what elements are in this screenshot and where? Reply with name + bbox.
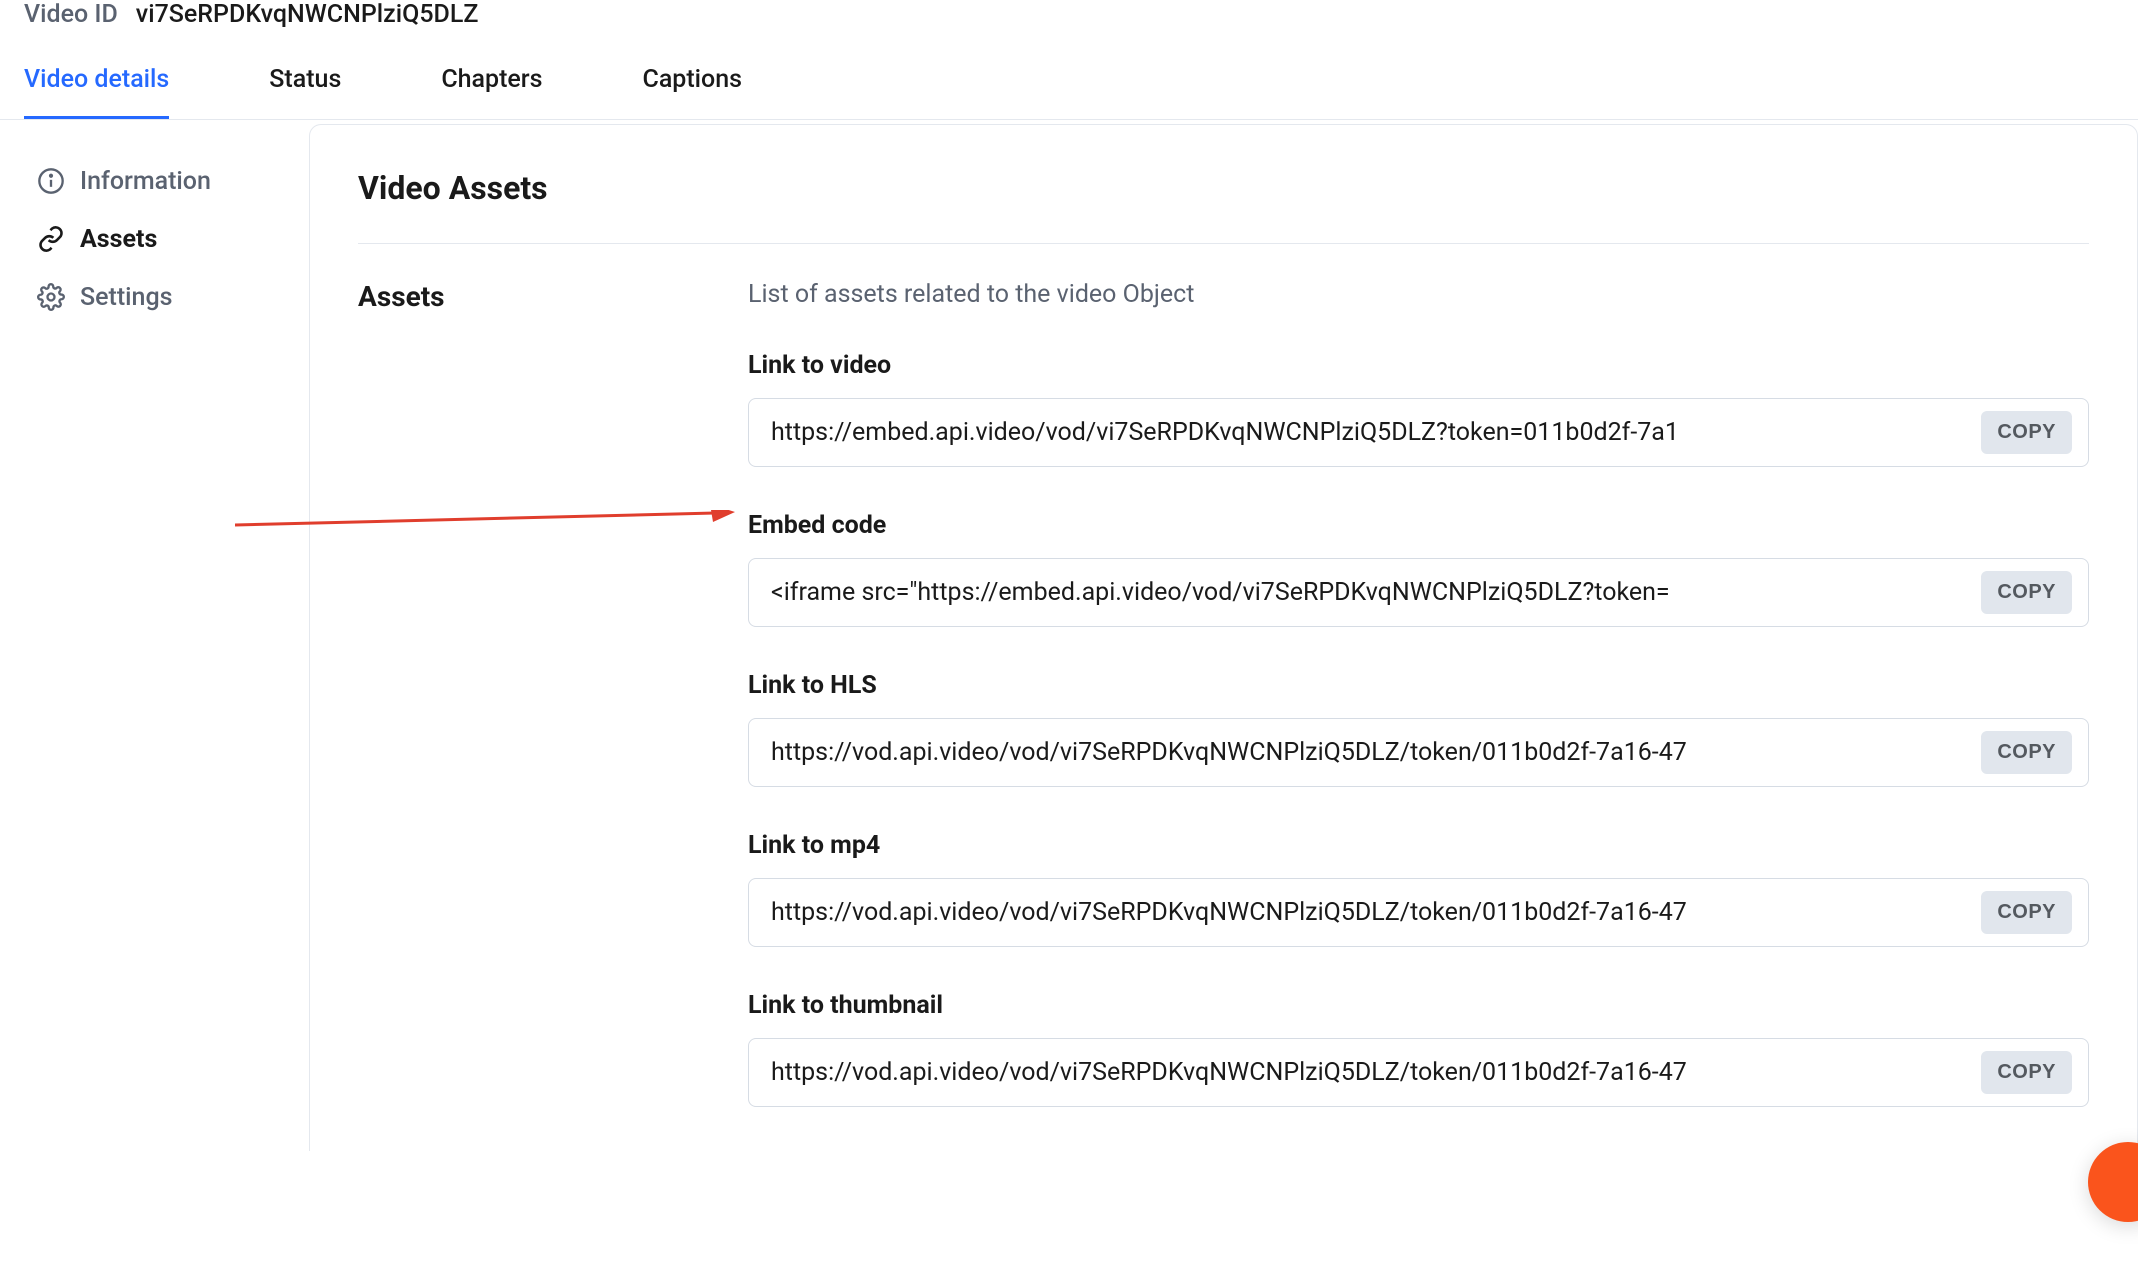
- tabs: Video details Status Chapters Captions: [0, 47, 2138, 120]
- sidebar-item-assets[interactable]: Assets: [36, 210, 305, 268]
- section-row: Assets List of assets related to the vid…: [358, 244, 2089, 1151]
- asset-group-link-to-hls: Link to HLS https://vod.api.video/vod/vi…: [748, 671, 2089, 787]
- copy-button[interactable]: COPY: [1981, 411, 2072, 454]
- sidebar-item-label: Settings: [80, 283, 173, 312]
- gear-icon: [36, 282, 66, 312]
- asset-group-embed-code: Embed code <iframe src="https://embed.ap…: [748, 511, 2089, 627]
- header-row: Video ID vi7SeRPDKvqNWCNPlziQ5DLZ: [0, 0, 2138, 47]
- tab-captions[interactable]: Captions: [643, 47, 743, 119]
- tab-status[interactable]: Status: [269, 47, 341, 119]
- sidebar-item-settings[interactable]: Settings: [36, 268, 305, 326]
- section-left: Assets: [358, 280, 658, 1151]
- copy-button[interactable]: COPY: [1981, 731, 2072, 774]
- asset-row: https://vod.api.video/vod/vi7SeRPDKvqNWC…: [748, 1038, 2089, 1107]
- main-panel: Video Assets Assets List of assets relat…: [309, 124, 2138, 1151]
- asset-label: Link to HLS: [748, 671, 2089, 700]
- asset-label: Embed code: [748, 511, 2089, 540]
- asset-label: Link to mp4: [748, 831, 2089, 860]
- asset-row: https://vod.api.video/vod/vi7SeRPDKvqNWC…: [748, 718, 2089, 787]
- video-id-label: Video ID: [24, 0, 118, 29]
- info-icon: [36, 166, 66, 196]
- asset-row: <iframe src="https://embed.api.video/vod…: [748, 558, 2089, 627]
- asset-group-link-to-mp4: Link to mp4 https://vod.api.video/vod/vi…: [748, 831, 2089, 947]
- tab-chapters[interactable]: Chapters: [441, 47, 542, 119]
- asset-value[interactable]: https://vod.api.video/vod/vi7SeRPDKvqNWC…: [771, 1058, 1965, 1087]
- chat-widget-button[interactable]: [2088, 1142, 2138, 1222]
- sidebar: Information Assets Settings: [0, 120, 305, 1151]
- asset-value[interactable]: https://vod.api.video/vod/vi7SeRPDKvqNWC…: [771, 898, 1965, 927]
- sidebar-item-information[interactable]: Information: [36, 152, 305, 210]
- content-area: Information Assets Settings Video Assets: [0, 120, 2138, 1151]
- link-icon: [36, 224, 66, 254]
- copy-button[interactable]: COPY: [1981, 571, 2072, 614]
- copy-button[interactable]: COPY: [1981, 891, 2072, 934]
- asset-row: https://vod.api.video/vod/vi7SeRPDKvqNWC…: [748, 878, 2089, 947]
- asset-label: Link to thumbnail: [748, 991, 2089, 1020]
- asset-group-link-to-thumbnail: Link to thumbnail https://vod.api.video/…: [748, 991, 2089, 1107]
- section-right: List of assets related to the video Obje…: [748, 280, 2089, 1151]
- copy-button[interactable]: COPY: [1981, 1051, 2072, 1094]
- asset-label: Link to video: [748, 351, 2089, 380]
- tab-video-details[interactable]: Video details: [24, 47, 169, 119]
- section-label: Assets: [358, 280, 658, 313]
- section-description: List of assets related to the video Obje…: [748, 280, 2089, 309]
- asset-value[interactable]: https://vod.api.video/vod/vi7SeRPDKvqNWC…: [771, 738, 1965, 767]
- asset-group-link-to-video: Link to video https://embed.api.video/vo…: [748, 351, 2089, 467]
- page-title: Video Assets: [358, 169, 2089, 244]
- sidebar-item-label: Information: [80, 167, 211, 196]
- asset-value[interactable]: <iframe src="https://embed.api.video/vod…: [771, 578, 1965, 607]
- sidebar-item-label: Assets: [80, 225, 157, 254]
- asset-value[interactable]: https://embed.api.video/vod/vi7SeRPDKvqN…: [771, 418, 1965, 447]
- video-id-value: vi7SeRPDKvqNWCNPlziQ5DLZ: [136, 0, 479, 29]
- asset-row: https://embed.api.video/vod/vi7SeRPDKvqN…: [748, 398, 2089, 467]
